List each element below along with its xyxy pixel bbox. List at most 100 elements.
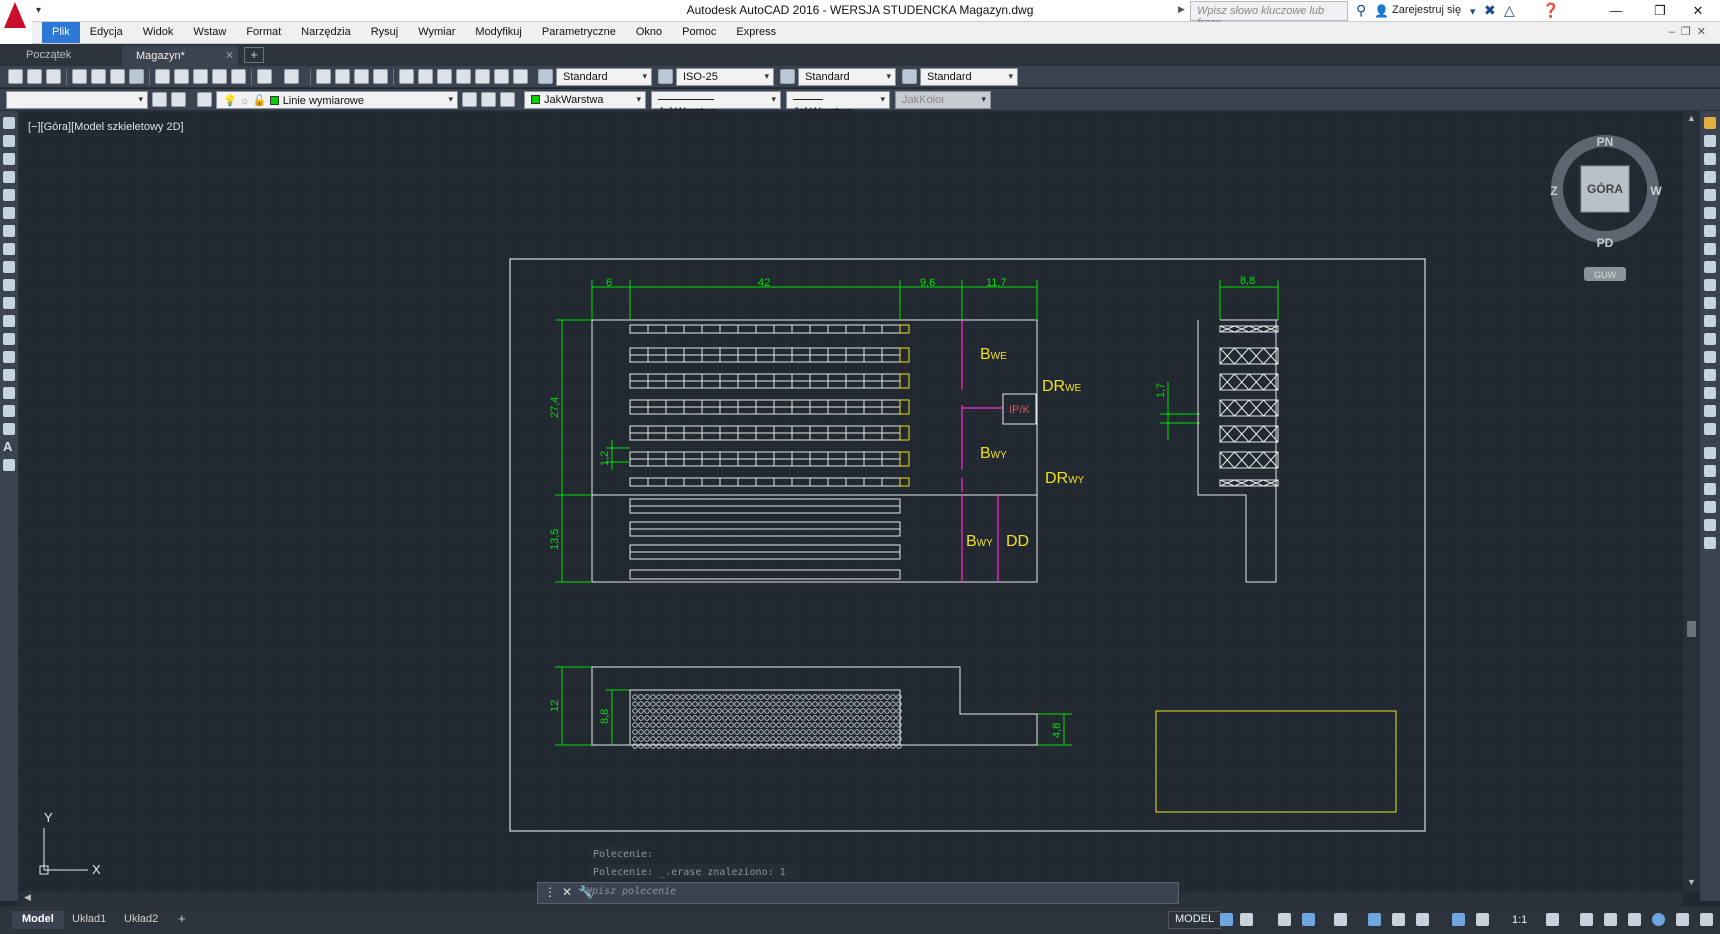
lineweight-select[interactable]: JakWarstwa▾ [786, 91, 890, 118]
draworder-above-icon[interactable] [1704, 501, 1716, 513]
array-icon[interactable] [1704, 189, 1716, 201]
text-style-select[interactable]: Standard ▾ [556, 68, 652, 86]
stretch-icon[interactable] [1704, 261, 1716, 273]
add-layout-icon[interactable]: + [168, 911, 196, 929]
workspace-select[interactable]: ▾ [6, 91, 148, 109]
isodraft-icon[interactable] [1334, 913, 1347, 926]
menu-plik[interactable]: Plik [42, 22, 80, 43]
match-properties-icon[interactable] [231, 69, 246, 84]
workspace-switch-icon[interactable] [1546, 913, 1559, 926]
ellipse-icon[interactable] [3, 279, 15, 291]
minimize-button[interactable]: — [1594, 0, 1638, 22]
blend-icon[interactable] [1704, 405, 1716, 417]
pan-icon[interactable] [316, 69, 331, 84]
linetype-select[interactable]: JakWarstwa▾ [651, 91, 781, 118]
zoom-realtime-icon[interactable] [335, 69, 350, 84]
chamfer-icon[interactable] [1704, 369, 1716, 381]
multileader-style-icon[interactable] [902, 69, 917, 84]
properties-icon[interactable] [399, 69, 414, 84]
annotation-visibility-icon[interactable] [1476, 913, 1489, 926]
gradient-icon[interactable] [3, 387, 15, 399]
tab-close-icon[interactable]: ✕ [225, 50, 234, 62]
make-block-icon[interactable] [3, 333, 15, 345]
annotation-scale-icon[interactable] [1452, 913, 1465, 926]
scale-icon[interactable] [1704, 243, 1716, 255]
point-icon[interactable] [3, 351, 15, 363]
make-current-icon[interactable] [462, 92, 477, 107]
menu-wstaw[interactable]: Wstaw [183, 22, 236, 43]
menu-pomoc[interactable]: Pomoc [672, 22, 726, 43]
text-to-front-icon[interactable] [1704, 537, 1716, 549]
vertical-scrollbar[interactable]: ▲ ▼ [1683, 111, 1700, 891]
viewcube-north[interactable]: PN [1597, 135, 1614, 149]
drawing-svg[interactable]: IP/K BWE DRWE BWY DRWY BWY DD 6 42 9,6 1… [18, 111, 1683, 891]
dropdown-arrow-icon[interactable]: ▾ [1470, 5, 1476, 18]
menu-okno[interactable]: Okno [626, 22, 672, 43]
undo-icon[interactable] [257, 69, 272, 84]
dim-style-select[interactable]: ISO-25 ▾ [676, 68, 774, 86]
menu-rysuj[interactable]: Rysuj [361, 22, 409, 43]
publish-icon[interactable] [110, 69, 125, 84]
a360-icon[interactable]: △ [1504, 2, 1515, 19]
cut-icon[interactable] [155, 69, 170, 84]
snap-icon[interactable] [1240, 913, 1253, 926]
line-icon[interactable] [3, 117, 15, 129]
scale-value[interactable]: 1:1 [1512, 914, 1527, 926]
osnap-icon[interactable] [1392, 913, 1405, 926]
break-icon[interactable] [1704, 333, 1716, 345]
menu-narzedzia[interactable]: Narzędzia [291, 22, 361, 43]
exchange-icon[interactable]: ✖ [1484, 2, 1496, 19]
insert-block-icon[interactable] [3, 315, 15, 327]
explode-icon[interactable] [1704, 423, 1716, 435]
paste-icon[interactable] [193, 69, 208, 84]
table-icon[interactable] [3, 423, 15, 435]
tool-palettes-icon[interactable] [437, 69, 452, 84]
lineweight-toggle-icon[interactable] [1416, 913, 1429, 926]
trim-icon[interactable] [1704, 279, 1716, 291]
command-input[interactable]: Wpisz polecenie [586, 886, 676, 897]
zoom-window-icon[interactable] [354, 69, 369, 84]
layout-tab-uklad2[interactable]: Układ2 [114, 911, 168, 929]
save-icon[interactable] [46, 69, 61, 84]
fillet-icon[interactable] [1704, 387, 1716, 399]
region-icon[interactable] [3, 405, 15, 417]
menu-format[interactable]: Format [236, 22, 291, 43]
extend-icon[interactable] [1704, 297, 1716, 309]
annotation-monitor-icon[interactable] [1580, 913, 1593, 926]
vscroll-thumb[interactable] [1687, 621, 1696, 637]
scroll-up-icon[interactable]: ▲ [1687, 113, 1696, 123]
copy-icon[interactable] [174, 69, 189, 84]
layout-tab-uklad1[interactable]: Układ1 [62, 911, 116, 929]
polar-icon[interactable] [1302, 913, 1315, 926]
units-icon[interactable] [1604, 913, 1617, 926]
open-icon[interactable] [27, 69, 42, 84]
3d-print-icon[interactable] [129, 69, 144, 84]
spline-icon[interactable] [3, 261, 15, 273]
sheet-set-icon[interactable] [456, 69, 471, 84]
layout-tab-model[interactable]: Model [12, 911, 64, 929]
color-select[interactable]: JakWarstwa ▾ [524, 91, 646, 109]
new-tab-button[interactable]: + [244, 47, 264, 63]
text-style-icon[interactable] [538, 69, 553, 84]
layer-previous-icon[interactable] [481, 92, 496, 107]
join-icon[interactable] [1704, 351, 1716, 363]
draworder-back-icon[interactable] [1704, 483, 1716, 495]
menu-express[interactable]: Express [726, 22, 786, 43]
viewport-controls[interactable]: [−][Góra][Model szkieletowy 2D] [28, 121, 184, 133]
grid-icon[interactable] [1220, 913, 1233, 926]
search-expand-icon[interactable]: ▶ [1178, 4, 1185, 15]
table-style-select[interactable]: Standard ▾ [798, 68, 896, 86]
polygon-icon[interactable] [3, 171, 15, 183]
menu-wymiar[interactable]: Wymiar [408, 22, 465, 43]
break-at-point-icon[interactable] [1704, 315, 1716, 327]
help-icon[interactable]: ❓ [1542, 2, 1559, 19]
binoculars-icon[interactable]: ⚲ [1356, 2, 1366, 19]
new-icon[interactable] [8, 69, 23, 84]
hatch-icon[interactable] [3, 369, 15, 381]
menu-modyfikuj[interactable]: Modyfikuj [465, 22, 531, 43]
table-style-icon[interactable] [780, 69, 795, 84]
polyline-icon[interactable] [3, 153, 15, 165]
workspace-settings-icon[interactable] [152, 92, 167, 107]
markup-icon[interactable] [475, 69, 490, 84]
tab-start[interactable]: Początek [12, 46, 83, 66]
